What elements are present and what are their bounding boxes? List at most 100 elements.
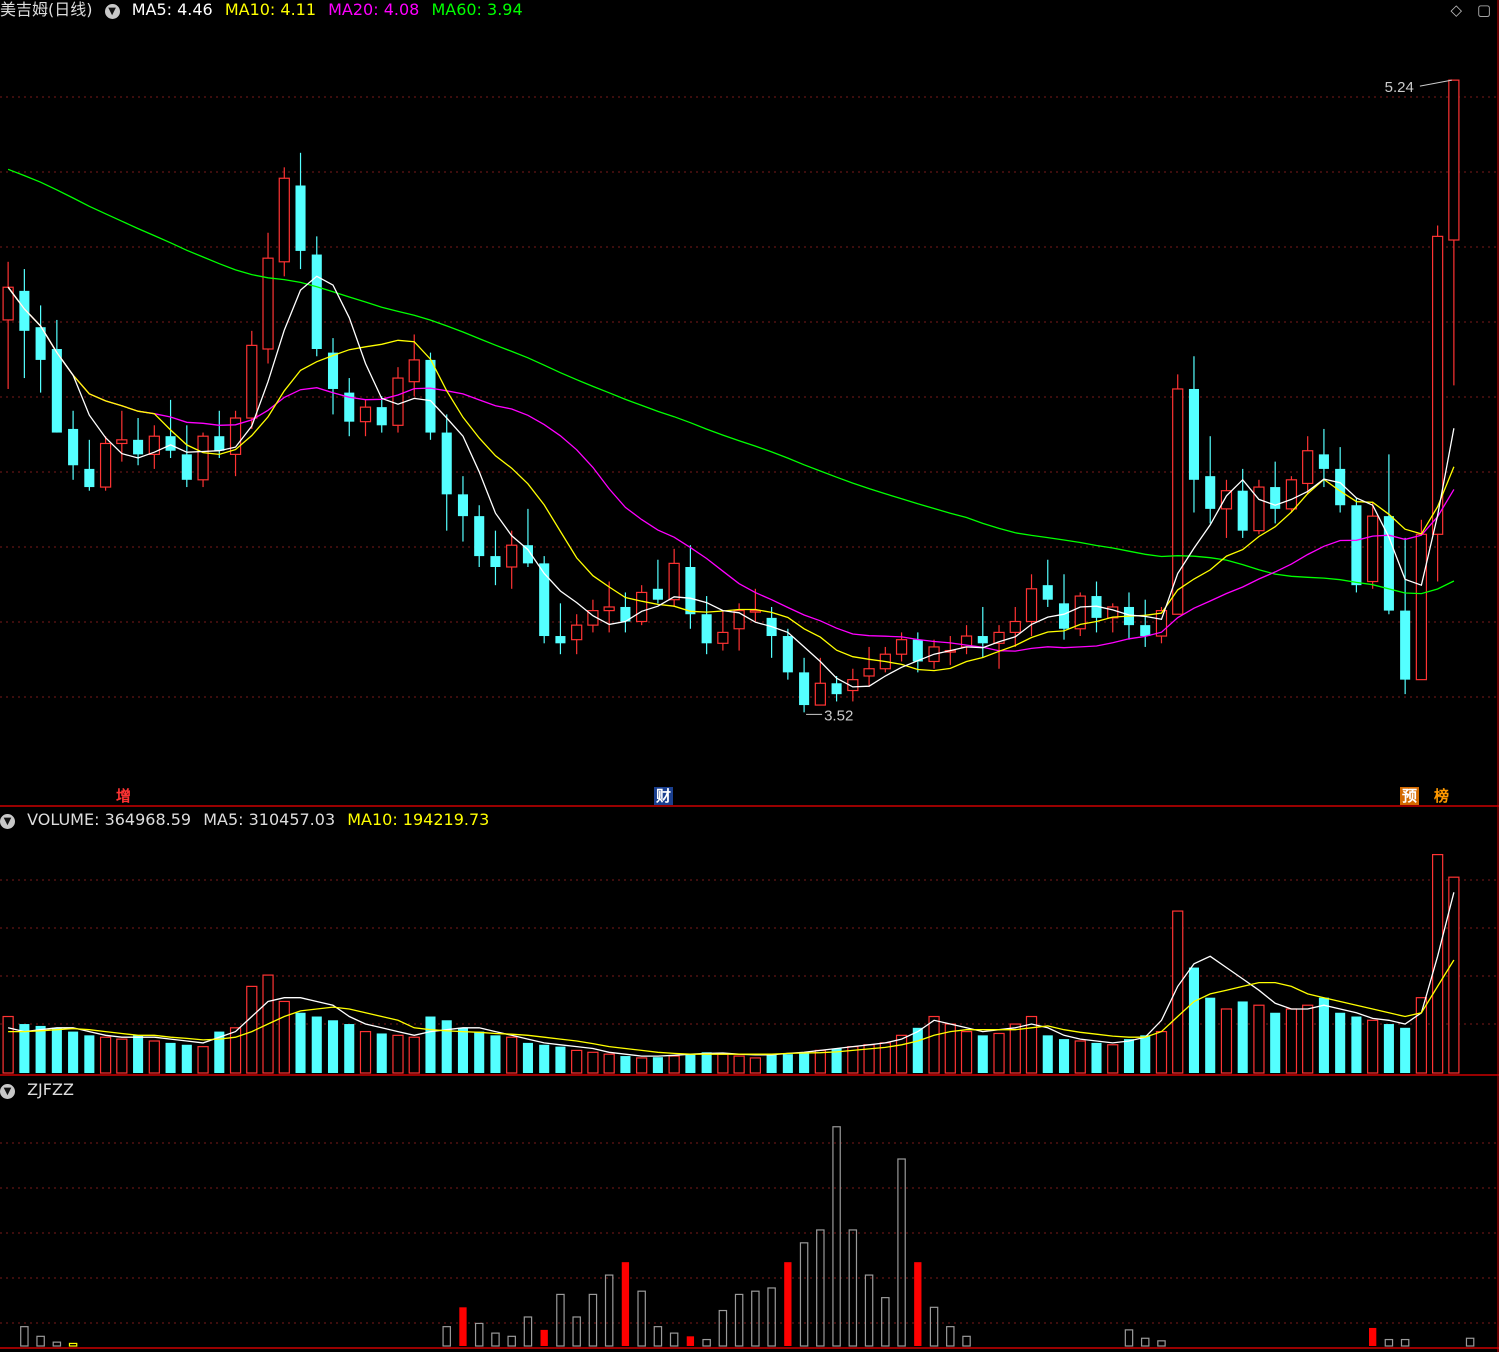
candle-body bbox=[359, 406, 372, 423]
stock-title[interactable]: 美吉姆(日线) bbox=[0, 0, 93, 19]
candle bbox=[1302, 436, 1314, 495]
grid-lines bbox=[0, 96, 1499, 1324]
candle-body bbox=[1302, 450, 1314, 485]
indicator-bar bbox=[946, 1326, 955, 1347]
indicator-bar bbox=[1140, 1337, 1150, 1347]
volume-bar bbox=[295, 1012, 306, 1073]
candle bbox=[19, 269, 30, 379]
candle-body bbox=[1237, 490, 1248, 531]
volume-bar bbox=[441, 1020, 452, 1073]
candle-body bbox=[376, 407, 387, 426]
candle-body bbox=[214, 436, 225, 451]
candle bbox=[571, 614, 583, 655]
marker-zeng[interactable]: 增 bbox=[114, 787, 134, 805]
candle-body bbox=[1205, 476, 1216, 509]
candle bbox=[474, 505, 485, 567]
chevron-down-icon[interactable]: ▼ bbox=[0, 1084, 15, 1099]
marker-yu[interactable]: 预 bbox=[1400, 787, 1420, 805]
volume-bar bbox=[506, 1036, 518, 1074]
volume-bar bbox=[587, 1051, 599, 1074]
volume-bar bbox=[1091, 1042, 1102, 1073]
indicator-bar bbox=[832, 1126, 841, 1347]
chevron-down-icon[interactable]: ▼ bbox=[104, 4, 120, 19]
candle bbox=[1335, 447, 1346, 513]
candle-body bbox=[571, 624, 583, 641]
ma10-readout: MA10: 4.11 bbox=[224, 0, 317, 19]
chevron-down-icon[interactable]: ▼ bbox=[0, 814, 15, 829]
candle-body bbox=[603, 606, 615, 612]
indicator-bars bbox=[20, 1126, 1499, 1347]
indicator-bar bbox=[637, 1290, 646, 1347]
volume-bar bbox=[1415, 997, 1428, 1074]
candle bbox=[408, 334, 420, 397]
indicator-bar bbox=[767, 1287, 776, 1347]
candle bbox=[246, 330, 258, 429]
volume-bar bbox=[229, 1027, 242, 1074]
candle-body bbox=[636, 591, 648, 623]
marker-cai[interactable]: 财 bbox=[654, 787, 674, 805]
candle-body bbox=[474, 516, 485, 557]
volume-bar bbox=[766, 1054, 777, 1073]
candle bbox=[392, 367, 404, 433]
volume-bar bbox=[1335, 1012, 1346, 1073]
volume-bar bbox=[799, 1052, 810, 1073]
indicator-name: ZJFZZ bbox=[27, 1080, 74, 1099]
candle bbox=[1220, 479, 1233, 538]
candle bbox=[165, 399, 176, 458]
marker-bang[interactable]: 榜 bbox=[1432, 787, 1452, 805]
candle bbox=[262, 232, 274, 364]
volume-bar bbox=[1367, 1019, 1379, 1074]
high-label: 5.24 bbox=[1385, 79, 1414, 96]
candle-body bbox=[278, 177, 290, 263]
volume-bar bbox=[1042, 1035, 1053, 1073]
volume-bar bbox=[977, 1035, 988, 1073]
candle bbox=[359, 399, 372, 437]
candle-body bbox=[181, 454, 192, 480]
indicator-bar bbox=[914, 1262, 922, 1346]
candle bbox=[652, 559, 663, 604]
indicator-bar bbox=[702, 1338, 711, 1347]
indicator-bar bbox=[1369, 1327, 1377, 1346]
candle-body bbox=[295, 185, 306, 251]
candle bbox=[35, 305, 46, 393]
volume-bar bbox=[425, 1016, 436, 1073]
candle bbox=[2, 261, 14, 389]
candle bbox=[295, 152, 306, 270]
volume-ma10-line bbox=[8, 959, 1455, 1055]
ma60-line bbox=[7, 168, 1455, 595]
candle bbox=[1415, 519, 1428, 681]
volume-bar bbox=[993, 1032, 1005, 1074]
candle bbox=[766, 606, 777, 658]
candle bbox=[1253, 479, 1265, 535]
ma20-readout: MA20: 4.08 bbox=[328, 0, 420, 19]
volume-bar bbox=[717, 1053, 729, 1074]
volume-bar bbox=[912, 1027, 923, 1073]
volume-bar bbox=[749, 1057, 762, 1074]
candle-body bbox=[717, 631, 729, 644]
volume-bar bbox=[701, 1052, 712, 1073]
candle-body bbox=[441, 432, 452, 495]
ma5-readout: MA5: 4.46 bbox=[131, 0, 213, 19]
diamond-icon[interactable]: ◇ bbox=[1450, 1, 1462, 19]
candle bbox=[84, 439, 95, 491]
indicator-bar bbox=[20, 1326, 29, 1347]
candle-body bbox=[652, 588, 663, 600]
candle bbox=[993, 625, 1005, 669]
candle-body bbox=[133, 439, 144, 455]
indicator-bar bbox=[897, 1158, 906, 1347]
volume-bar bbox=[685, 1054, 696, 1073]
volume-bar bbox=[197, 1046, 209, 1074]
candle-body bbox=[1172, 388, 1184, 615]
indicator-bar bbox=[507, 1335, 516, 1347]
ma60-readout: MA60: 3.94 bbox=[431, 0, 523, 19]
candle bbox=[457, 476, 469, 542]
indicator-bar bbox=[881, 1297, 890, 1347]
candle-body bbox=[1400, 610, 1411, 680]
stock-chart[interactable]: 5.24 3.52 bbox=[0, 0, 1499, 1352]
indicator-bar bbox=[588, 1293, 598, 1347]
candle-body bbox=[685, 567, 696, 615]
volume-bar bbox=[1188, 967, 1200, 1073]
candle bbox=[490, 530, 501, 586]
candle-body bbox=[1253, 486, 1265, 532]
window-icon[interactable]: ▢ bbox=[1477, 1, 1491, 19]
